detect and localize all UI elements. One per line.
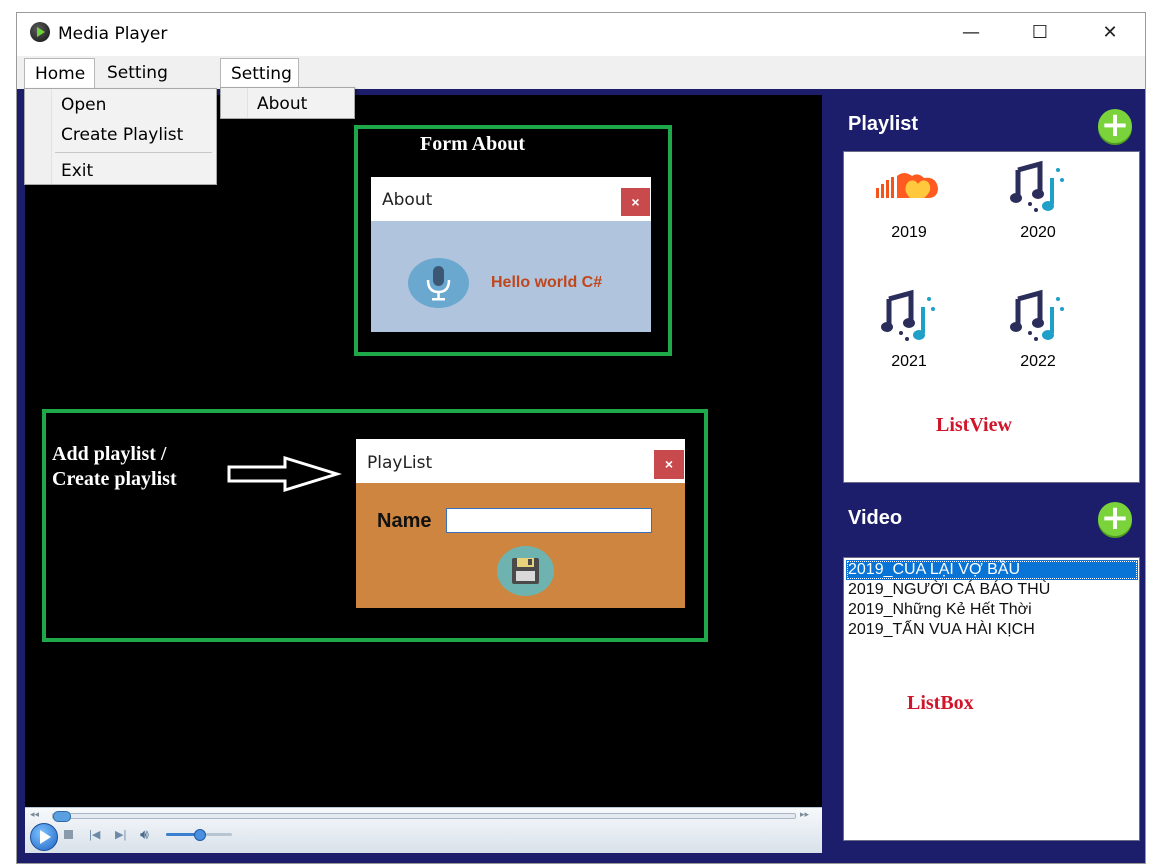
rewind-small-icon[interactable]: ◂◂	[30, 809, 39, 820]
minimize-button[interactable]: —	[948, 16, 994, 50]
menu-bar	[17, 56, 1145, 89]
playlist-item-label: 2020	[1020, 224, 1056, 241]
playlist-close-button[interactable]: ×	[654, 450, 684, 479]
add-video-button[interactable]: +	[1098, 501, 1132, 536]
about-close-button[interactable]: ×	[621, 188, 650, 216]
add-playlist-button[interactable]: +	[1098, 108, 1132, 143]
video-listbox[interactable]: 2019_CUA LẠI VỢ BẦU 2019_NGƯỜI CÁ BÁO TH…	[843, 557, 1140, 841]
video-list-item[interactable]: 2019_Những Kẻ Hết Thời	[846, 600, 1138, 620]
maximize-button[interactable]: ☐	[1017, 16, 1063, 50]
menu-separator	[55, 152, 212, 153]
playlist-dialog-title: PlayList	[367, 453, 433, 473]
previous-icon[interactable]: |◀	[89, 828, 100, 841]
forward-small-icon[interactable]: ▸▸	[800, 809, 809, 820]
menu-home[interactable]: Home	[24, 58, 95, 89]
name-input[interactable]	[446, 508, 652, 533]
listview-label: ListView	[936, 414, 1012, 436]
about-dialog-title: About	[382, 190, 433, 210]
add-playlist-label: Add playlist /	[52, 443, 167, 465]
about-message: Hello world C#	[491, 274, 603, 291]
create-playlist-label: Create playlist	[52, 468, 177, 490]
menu-setting-open[interactable]: Setting	[220, 58, 299, 89]
playlist-dialog: PlayList × Name	[356, 439, 685, 608]
next-icon[interactable]: ▶|	[115, 828, 126, 841]
floppy-disk-icon	[512, 558, 539, 584]
video-list-item[interactable]: 2019_TẤN VUA HÀI KỊCH	[846, 620, 1138, 640]
playlist-item-label: 2021	[891, 353, 927, 370]
volume-slider[interactable]	[166, 829, 232, 841]
stop-icon[interactable]	[64, 830, 73, 839]
music-note-icon	[1010, 160, 1066, 214]
menu-item-open[interactable]: Open	[61, 95, 106, 115]
menu-setting[interactable]: Setting	[97, 58, 181, 89]
play-button[interactable]	[30, 823, 58, 851]
about-dialog: About × Hello world C#	[371, 177, 651, 332]
form-about-label: Form About	[420, 133, 525, 155]
playlist-listview[interactable]: 2019 2020 2021 2022 ListView	[843, 151, 1140, 483]
window-title: Media Player	[58, 24, 168, 44]
seek-thumb[interactable]	[53, 811, 71, 822]
app-icon	[30, 22, 50, 42]
menu-item-create-playlist[interactable]: Create Playlist	[61, 125, 183, 145]
playlist-header: Playlist	[848, 113, 919, 135]
home-dropdown: Open Create Playlist Exit	[24, 88, 217, 185]
listbox-label: ListBox	[907, 692, 974, 714]
music-note-icon	[1010, 289, 1066, 343]
menu-gutter	[221, 88, 248, 118]
music-note-icon	[881, 289, 937, 343]
arrow-right-icon	[227, 455, 343, 493]
soundcloud-icon	[876, 168, 944, 208]
menu-gutter	[25, 89, 52, 184]
video-list-item[interactable]: 2019_NGƯỜI CÁ BÁO THÙ	[846, 580, 1138, 600]
seek-bar[interactable]	[52, 811, 796, 822]
menu-item-exit[interactable]: Exit	[61, 161, 93, 181]
video-header: Video	[848, 507, 903, 529]
volume-icon[interactable]: 🔊︎	[140, 826, 149, 843]
save-button[interactable]	[497, 546, 554, 596]
setting-dropdown: About	[220, 87, 355, 119]
video-list-item[interactable]: 2019_CUA LẠI VỢ BẦU	[846, 560, 1138, 580]
close-button[interactable]: ✕	[1087, 16, 1133, 50]
playlist-item-label: 2019	[891, 224, 927, 241]
playlist-item-label: 2022	[1020, 353, 1056, 370]
name-label: Name	[377, 510, 432, 532]
play-icon	[40, 830, 51, 844]
volume-thumb[interactable]	[194, 829, 206, 841]
microphone-icon	[408, 258, 469, 308]
menu-item-about[interactable]: About	[257, 94, 307, 114]
